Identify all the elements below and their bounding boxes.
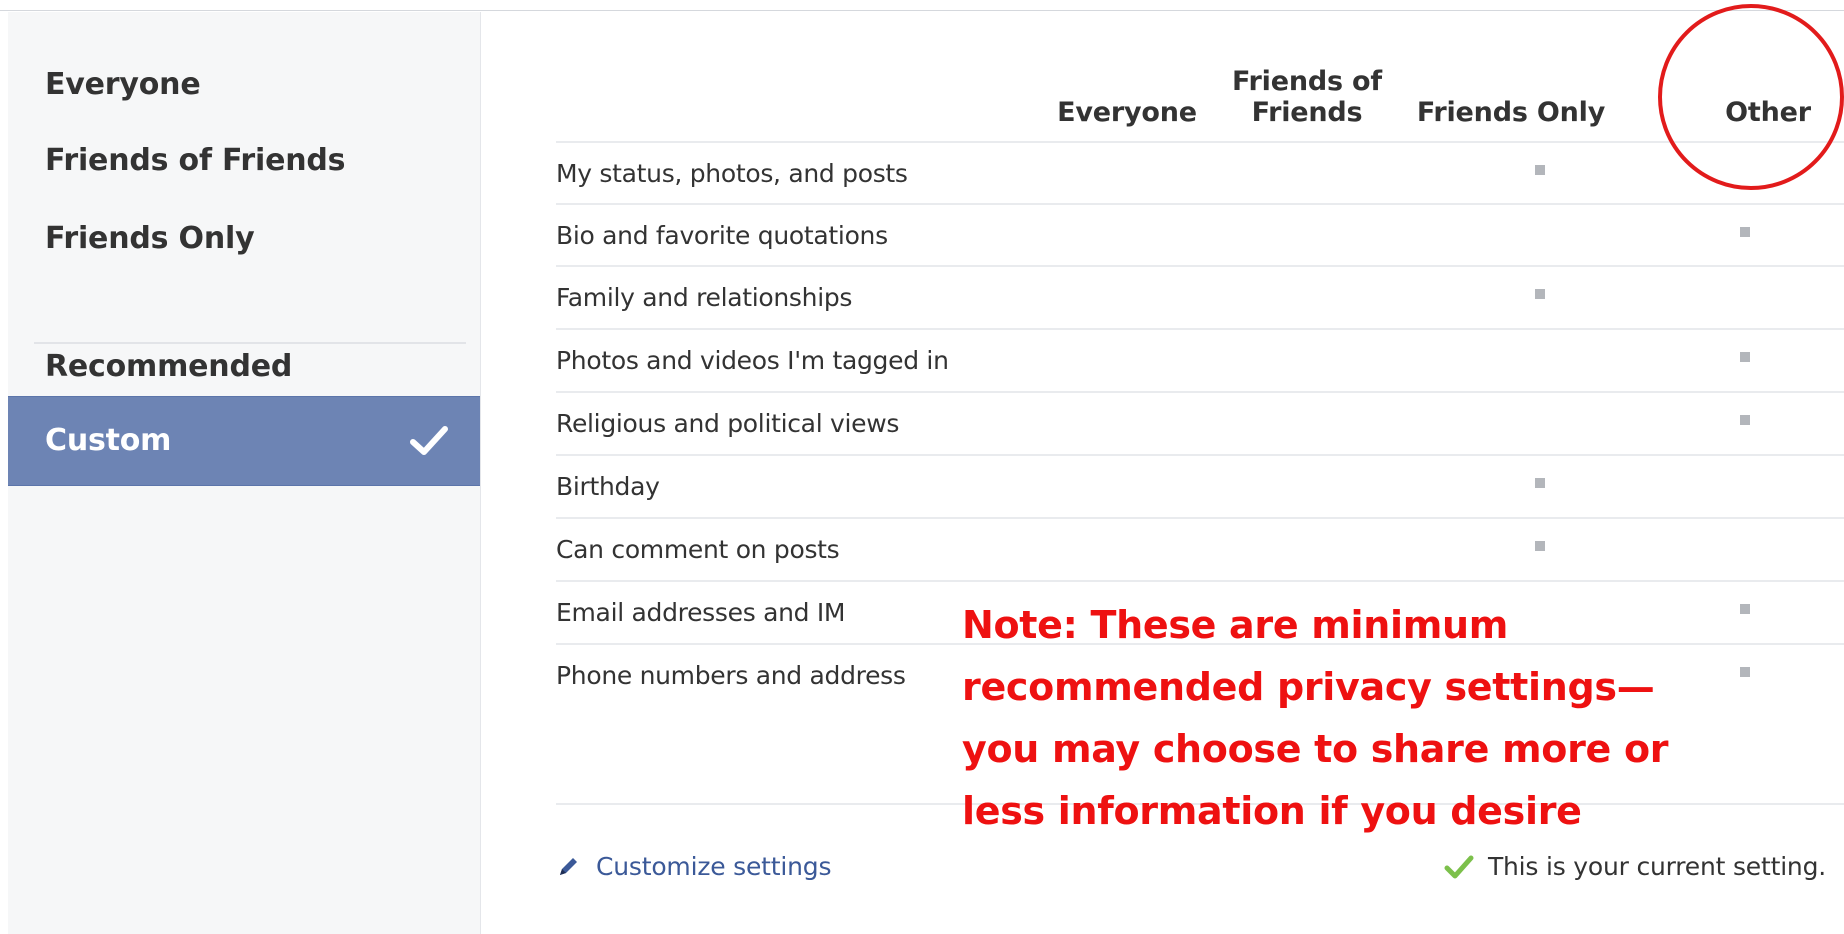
row-label: Birthday <box>556 471 660 501</box>
setting-marker <box>1740 415 1750 425</box>
pencil-icon <box>560 857 577 875</box>
setting-marker <box>1740 352 1750 362</box>
sidebar-item-friends-only[interactable]: Friends Only <box>8 194 480 284</box>
green-check-icon <box>1444 855 1474 878</box>
current-setting-label: This is your current setting. <box>1487 852 1826 881</box>
sidebar-item-friends-of-friends[interactable]: Friends of Friends <box>8 116 480 206</box>
row-label: Photos and videos I'm tagged in <box>556 345 949 375</box>
sidebar-item-label: Everyone <box>45 67 201 102</box>
row-label: Phone numbers and address <box>556 660 906 690</box>
table-row: Family and relationships <box>556 265 1844 327</box>
sidebar-item-label: Friends of Friends <box>45 143 346 178</box>
table-row: Bio and favorite quotations <box>556 203 1844 265</box>
privacy-sidebar: Everyone Friends of Friends Friends Only… <box>8 12 481 934</box>
column-header-everyone: Everyone <box>1057 96 1197 128</box>
annotation-circle <box>1658 4 1844 190</box>
column-header-friends-only: Friends Only <box>1416 96 1606 128</box>
setting-marker <box>1740 667 1750 677</box>
sidebar-item-label: Friends Only <box>45 221 255 256</box>
setting-marker <box>1535 165 1545 175</box>
setting-marker <box>1740 227 1750 237</box>
table-row: Birthday <box>556 454 1844 516</box>
row-label: Email addresses and IM <box>556 597 846 627</box>
privacy-settings-screen: Everyone Friends of Friends Friends Only… <box>0 0 1844 934</box>
column-header-label: Friends of Friends <box>1232 65 1382 128</box>
annotation-note: Note: These are minimum recommended priv… <box>962 603 1669 833</box>
sidebar-item-label: Custom <box>45 423 172 458</box>
row-label: Religious and political views <box>556 408 900 438</box>
customize-settings-label: Customize settings <box>596 852 832 881</box>
setting-marker <box>1535 478 1545 488</box>
setting-marker <box>1535 289 1545 299</box>
table-row: Photos and videos I'm tagged in <box>556 328 1844 390</box>
current-setting-legend: This is your current setting. <box>1444 852 1826 881</box>
table-row: Can comment on posts <box>556 517 1844 579</box>
sidebar-item-label: Recommended <box>45 349 293 384</box>
row-label: Family and relationships <box>556 282 853 312</box>
table-row: Religious and political views <box>556 391 1844 453</box>
checkmark-icon <box>410 426 448 455</box>
setting-marker <box>1535 541 1545 551</box>
row-label: Bio and favorite quotations <box>556 220 888 250</box>
table-row: My status, photos, and posts <box>556 141 1844 203</box>
customize-settings-link[interactable]: Customize settings <box>556 852 831 881</box>
column-header-friends-of-friends: Friends of Friends <box>1221 60 1393 128</box>
setting-marker <box>1740 604 1750 614</box>
row-label: My status, photos, and posts <box>556 158 908 188</box>
sidebar-item-custom[interactable]: Custom <box>8 396 480 486</box>
row-label: Can comment on posts <box>556 534 840 564</box>
